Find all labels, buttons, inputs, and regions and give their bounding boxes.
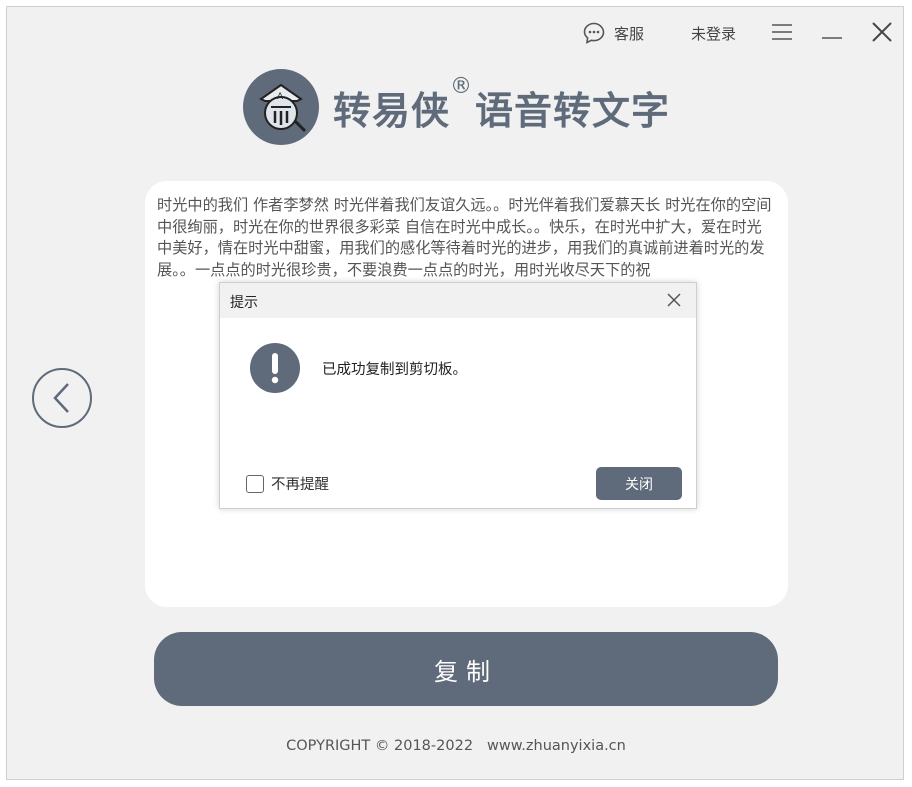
app-header: A 转易侠 ® 语音转文字 xyxy=(243,69,670,145)
notification-dialog: 提示 已成功复制到剪切板。 不再提醒 关闭 xyxy=(219,282,697,509)
registered-mark: ® xyxy=(450,73,474,99)
app-name: 转易侠 xyxy=(333,88,451,133)
dont-remind-checkbox[interactable] xyxy=(246,474,264,493)
dont-remind-label: 不再提醒 xyxy=(271,477,329,493)
warning-icon xyxy=(250,343,300,393)
copyright-text: COPYRIGHT © 2018-2022 xyxy=(286,738,474,754)
app-subtitle: 语音转文字 xyxy=(475,88,671,133)
chat-bubble-icon xyxy=(583,22,605,44)
chevron-left-icon xyxy=(53,383,69,413)
minimize-icon xyxy=(822,37,842,39)
dialog-header: 提示 xyxy=(220,283,696,318)
app-window: 客服 未登录 A 转易侠 ® 语音转文字 时光中的我们 作者李梦然 时光伴着我们… xyxy=(6,6,904,780)
window-close-button[interactable] xyxy=(871,21,893,43)
dialog-close-button[interactable] xyxy=(666,292,682,312)
dialog-title: 提示 xyxy=(230,295,258,311)
login-status-link[interactable]: 未登录 xyxy=(691,23,736,44)
dont-remind-option[interactable]: 不再提醒 xyxy=(246,473,329,494)
exclamation-icon xyxy=(271,353,279,384)
minimize-button[interactable] xyxy=(821,23,843,41)
svg-text:A: A xyxy=(277,92,284,102)
close-icon xyxy=(872,22,892,42)
footer: COPYRIGHT © 2018-2022 www.zhuanyixia.cn xyxy=(7,738,905,754)
back-button[interactable] xyxy=(32,368,92,428)
dialog-close-action-button[interactable]: 关闭 xyxy=(596,467,682,500)
dialog-message: 已成功复制到剪切板。 xyxy=(322,362,467,378)
app-logo: A xyxy=(243,69,319,145)
customer-service-button[interactable]: 客服 xyxy=(582,21,644,45)
menu-button[interactable] xyxy=(771,23,793,41)
copy-button[interactable]: 复制 xyxy=(154,632,778,706)
hamburger-menu-icon xyxy=(772,24,792,40)
close-icon xyxy=(667,293,681,307)
website-link[interactable]: www.zhuanyixia.cn xyxy=(487,738,626,754)
customer-service-label: 客服 xyxy=(614,24,645,43)
knight-logo-icon: A xyxy=(259,83,307,133)
app-title: 转易侠 ® 语音转文字 xyxy=(333,74,671,135)
